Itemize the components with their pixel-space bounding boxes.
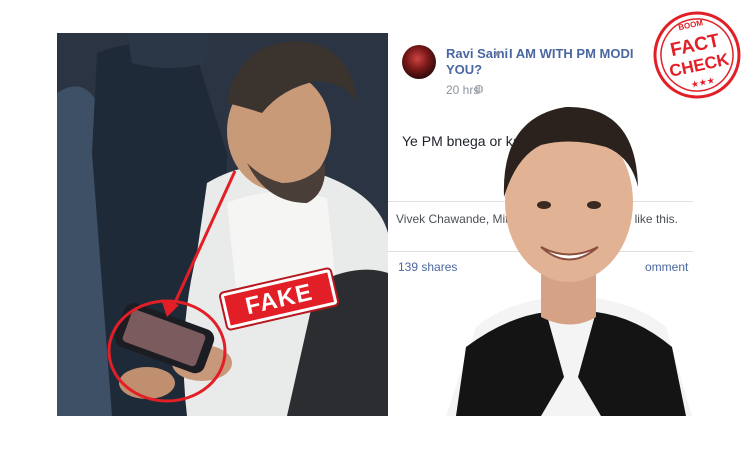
arrow-icon: ▸ [496, 48, 501, 58]
portrait-illustration [446, 106, 692, 416]
fact-check-seal: BOOM FACT CHECK ★★★ [652, 10, 742, 100]
photo-illustration [57, 33, 388, 416]
portrait-photo [446, 77, 692, 416]
author-avatar[interactable] [402, 45, 436, 79]
fact-check-seal-graphic: BOOM FACT CHECK ★★★ [653, 11, 741, 99]
photo-man-with-phone [57, 33, 388, 416]
image-frame: Ravi Saini ▸ I AM WITH PM MODI YOU? 20 h… [57, 33, 693, 416]
post-group-link[interactable]: I AM WITH PM MODI [509, 46, 633, 61]
post-group-link-line2[interactable]: YOU? [446, 62, 482, 77]
